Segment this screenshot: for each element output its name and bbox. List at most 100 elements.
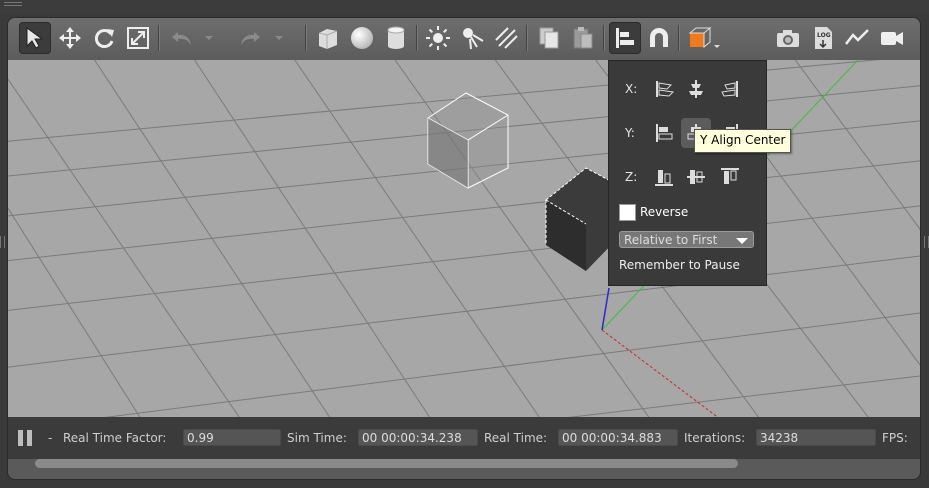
scale-icon (127, 27, 149, 49)
y-align-min-button[interactable] (649, 118, 679, 148)
redo-icon (241, 32, 260, 45)
line-chart-icon (845, 29, 869, 45)
z-align-max-icon (721, 168, 739, 184)
rotate-tool-button[interactable] (88, 22, 120, 54)
x-align-min-button[interactable] (649, 74, 679, 104)
chevron-down-icon (275, 36, 283, 40)
horizontal-scrollbar[interactable] (35, 459, 738, 468)
right-splitter-handle[interactable] (924, 236, 929, 248)
redo-history-button[interactable] (270, 22, 288, 54)
log-button[interactable]: LOG (807, 22, 839, 54)
z-align-min-button[interactable] (649, 162, 679, 192)
undo-history-button[interactable] (200, 22, 218, 54)
relative-mode-select[interactable]: Relative to First (619, 231, 754, 248)
cylinder-icon (387, 26, 405, 49)
pause-button[interactable] (18, 430, 34, 446)
point-light-button[interactable] (422, 22, 454, 54)
log-icon: LOG (815, 27, 832, 49)
box-shape-button[interactable] (312, 22, 344, 54)
screenshot-button[interactable] (772, 22, 804, 54)
align-z-label: Z: (625, 170, 638, 184)
chevron-down-icon (205, 36, 213, 40)
move-arrows-icon (59, 27, 81, 49)
z-align-max-button[interactable] (715, 162, 745, 192)
left-splitter-handle[interactable] (0, 236, 5, 248)
toolbar-separator (603, 25, 605, 51)
x-align-max-icon (721, 81, 738, 97)
x-align-max-button[interactable] (715, 74, 745, 104)
z-align-center-button[interactable] (681, 162, 711, 192)
video-camera-icon (881, 32, 903, 45)
plot-button[interactable] (841, 22, 873, 54)
3d-viewport[interactable] (8, 60, 920, 417)
rotate-icon (94, 29, 114, 48)
toolbar-separator (526, 25, 528, 51)
align-panel: X: Y: Z: Reverse Relative to First Remem… (608, 60, 767, 286)
toolbar-separator (158, 25, 160, 51)
align-button[interactable] (609, 22, 641, 54)
spot-light-button[interactable] (456, 22, 488, 54)
directional-light-icon (495, 27, 518, 49)
y-align-min-icon (656, 124, 673, 142)
x-align-center-icon (689, 80, 703, 98)
arrow-pointer-icon (26, 27, 44, 49)
paste-icon (573, 27, 593, 49)
real-time-factor-value: 0.99 (183, 429, 281, 446)
translate-tool-button[interactable] (54, 22, 86, 54)
grip-icon (4, 2, 22, 6)
x-align-center-button[interactable] (681, 74, 711, 104)
real-time-factor-label: Real Time Factor: (63, 431, 167, 445)
real-time-label: Real Time: (484, 431, 548, 445)
svg-text:LOG: LOG (817, 32, 831, 39)
cylinder-shape-button[interactable] (380, 22, 412, 54)
sim-time-value: 00 00:00:34.238 (358, 429, 478, 446)
fps-label: FPS: (882, 431, 908, 445)
sphere-icon (351, 27, 373, 49)
undo-icon (172, 32, 191, 45)
render-window: LOG X: Y: Z: Reverse Relative to First R… (7, 17, 921, 480)
toolbar-separator (305, 25, 307, 51)
pause-icon-bar (27, 430, 32, 446)
copy-icon (539, 27, 559, 49)
orange-cube-icon (688, 26, 720, 49)
snap-button[interactable] (643, 22, 675, 54)
selected-box-model[interactable] (427, 92, 509, 189)
align-y-label: Y: (625, 126, 635, 140)
cube-icon (318, 29, 338, 49)
relative-mode-value: Relative to First (624, 233, 718, 247)
spotlight-icon (463, 28, 484, 50)
toolbar: LOG (8, 18, 920, 61)
magnet-icon (650, 28, 668, 47)
camera-icon (777, 30, 799, 47)
step-indicator: - (48, 431, 53, 445)
pause-icon (18, 430, 23, 446)
z-align-min-icon (655, 170, 673, 186)
sphere-shape-button[interactable] (346, 22, 378, 54)
align-x-label: X: (625, 82, 638, 96)
reverse-label: Reverse (640, 205, 689, 219)
align-x-row: X: (609, 74, 766, 104)
scene-render (8, 60, 920, 417)
iterations-label: Iterations: (684, 431, 746, 445)
paste-button[interactable] (567, 22, 599, 54)
view-angle-button[interactable] (684, 22, 724, 54)
toolbar-separator (416, 25, 418, 51)
redo-button[interactable] (234, 22, 266, 54)
scale-tool-button[interactable] (122, 22, 154, 54)
select-tool-button[interactable] (19, 22, 51, 54)
video-record-button[interactable] (876, 22, 908, 54)
toolbar-separator (678, 25, 680, 51)
status-bar: - Real Time Factor: 0.99 Sim Time: 00 00… (8, 417, 920, 459)
iterations-value: 34238 (756, 429, 876, 446)
real-time-value: 00 00:00:34.883 (558, 429, 678, 446)
undo-button[interactable] (166, 22, 198, 54)
copy-button[interactable] (533, 22, 565, 54)
directional-light-button[interactable] (490, 22, 522, 54)
reverse-checkbox[interactable] (619, 204, 636, 221)
chevron-down-icon (736, 238, 748, 244)
sim-time-label: Sim Time: (287, 431, 347, 445)
z-align-center-icon (687, 170, 705, 184)
x-align-min-icon (656, 81, 675, 97)
align-z-row: Z: (609, 162, 766, 192)
tooltip: Y Align Center (694, 129, 792, 153)
